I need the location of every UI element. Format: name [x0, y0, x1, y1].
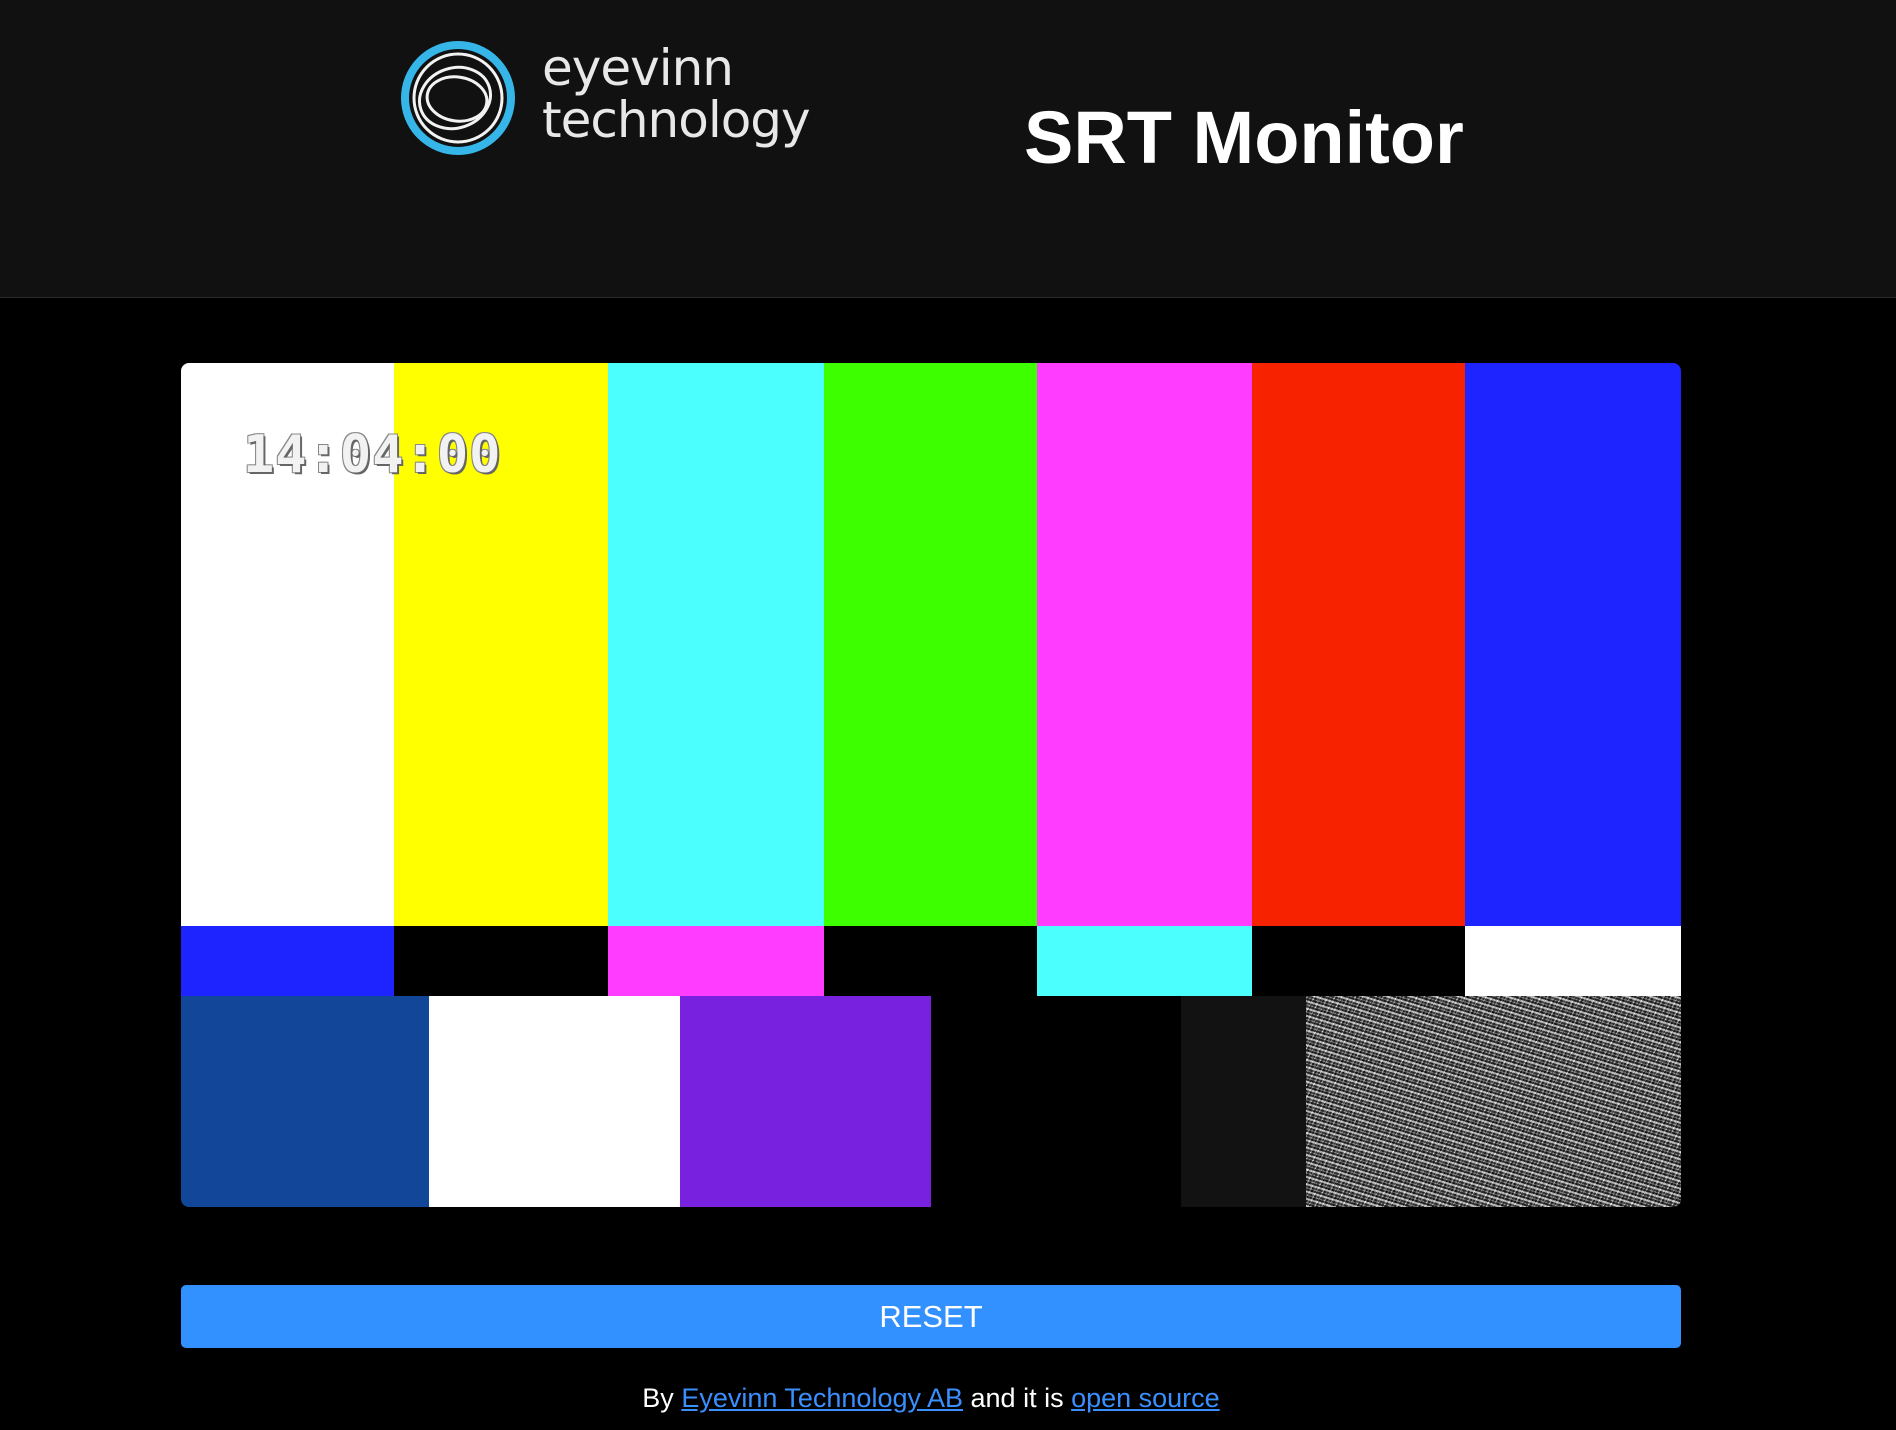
color-bar [931, 996, 1056, 1207]
color-bar [429, 996, 680, 1207]
color-bar [1037, 926, 1252, 996]
color-bar [1465, 363, 1681, 926]
footer-prefix: By [642, 1383, 682, 1413]
color-bar [181, 996, 429, 1207]
color-bar [1056, 996, 1181, 1207]
color-bar [608, 363, 824, 926]
color-bars-middle [181, 926, 1681, 996]
footer: By Eyevinn Technology AB and it is open … [0, 1380, 1862, 1416]
eyevinn-logo-wordmark: eyevinn technology [542, 39, 811, 149]
color-bar [824, 363, 1037, 926]
timecode-overlay: 14:04:00 [243, 425, 502, 485]
color-bar [680, 996, 931, 1207]
eyevinn-logo[interactable]: eyevinn technology [400, 40, 820, 165]
color-bar [608, 926, 824, 996]
open-source-link[interactable]: open source [1071, 1383, 1220, 1413]
color-bar [1252, 363, 1465, 926]
logo-line-2: technology [542, 91, 811, 149]
color-bar [1465, 926, 1681, 996]
color-bar [1181, 996, 1306, 1207]
eyevinn-logo-mark-icon [401, 41, 515, 155]
noise-block [1306, 996, 1681, 1207]
color-bar [1252, 926, 1465, 996]
page-header: eyevinn technology SRT Monitor [0, 0, 1896, 298]
company-link[interactable]: Eyevinn Technology AB [681, 1383, 963, 1413]
video-player[interactable]: 14:04:00 [181, 363, 1681, 1207]
footer-middle: and it is [963, 1383, 1072, 1413]
color-bar [1037, 363, 1252, 926]
page-title: SRT Monitor [1024, 96, 1464, 179]
logo-line-1: eyevinn [542, 39, 734, 97]
color-bar [394, 926, 608, 996]
color-bar [824, 926, 1037, 996]
color-bar [181, 926, 394, 996]
reset-button[interactable]: RESET [181, 1285, 1681, 1348]
color-bars-bottom [181, 996, 1681, 1207]
